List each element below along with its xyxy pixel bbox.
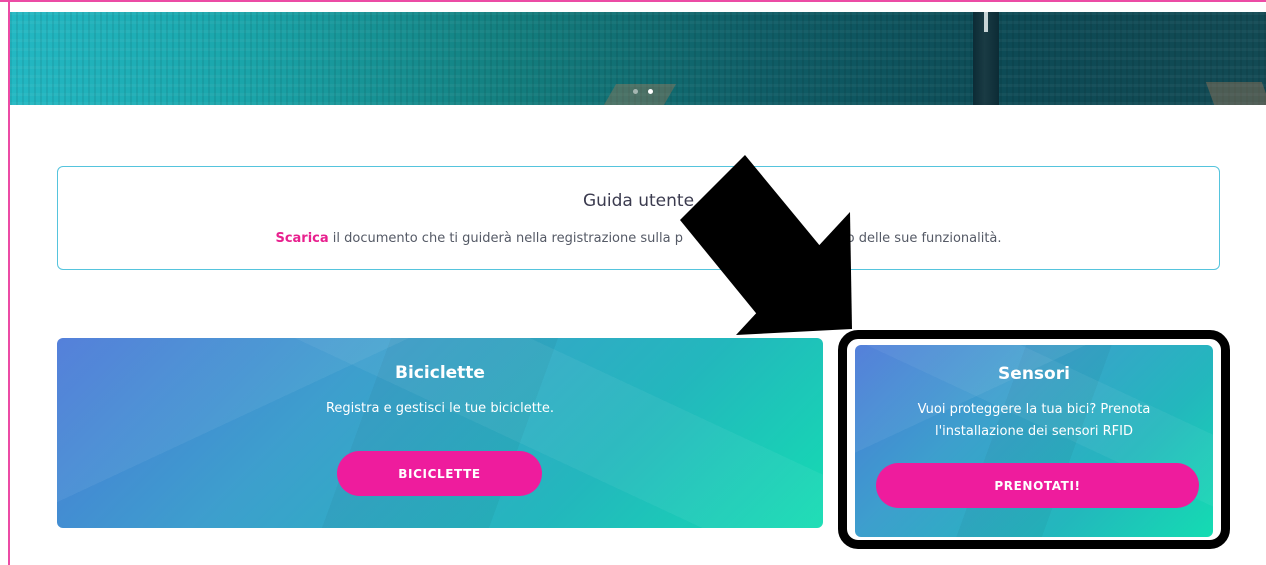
hero-sand-patch — [603, 84, 677, 105]
biciclette-title: Biciclette — [395, 363, 485, 383]
guide-text-part-1: il documento che ti guiderà nella regist… — [328, 231, 683, 246]
prenotati-button[interactable]: PRENOTATI! — [876, 463, 1199, 508]
sensori-description: Vuoi proteggere la tua bici? Prenota l'i… — [917, 402, 1151, 439]
page-border-top — [0, 0, 1266, 2]
carousel-indicators — [633, 89, 653, 94]
biciclette-button[interactable]: BICICLETTE — [337, 451, 542, 496]
hero-sand-patch — [1205, 82, 1266, 105]
sensori-card: Sensori Vuoi proteggere la tua bici? Pre… — [855, 345, 1213, 537]
guide-text-part-2: zzo delle sue funzionalità. — [832, 231, 1002, 246]
user-guide-title: Guida utente — [582, 191, 695, 211]
hero-road — [973, 12, 999, 105]
user-guide-card: Guida utente Scarica il documento che ti… — [57, 166, 1220, 270]
biciclette-card: Biciclette Registra e gestisci le tue bi… — [57, 338, 823, 528]
sensori-title: Sensori — [998, 364, 1070, 384]
download-guide-link[interactable]: Scarica — [275, 231, 328, 246]
hero-banner-image — [10, 12, 1266, 105]
carousel-dot-2[interactable] — [648, 89, 653, 94]
user-guide-text: Scarica il documento che ti guiderà nell… — [58, 231, 1219, 246]
biciclette-description: Registra e gestisci le tue biciclette. — [325, 401, 555, 416]
carousel-dot-1[interactable] — [633, 89, 638, 94]
